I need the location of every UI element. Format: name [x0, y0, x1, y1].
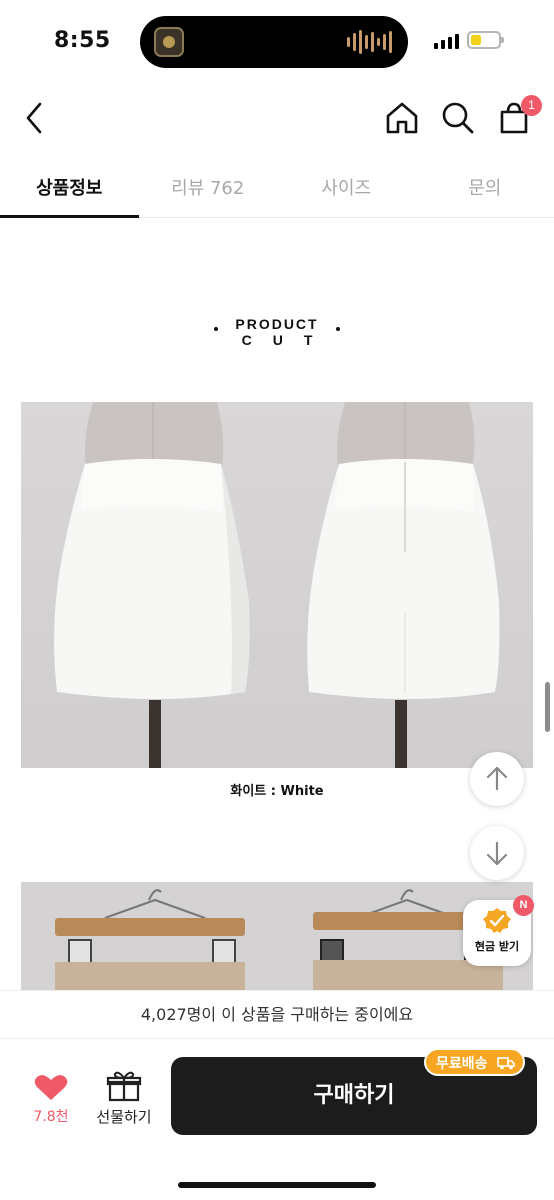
get-cash-label: 현금 받기: [474, 940, 520, 953]
gift-label: 선물하기: [96, 1108, 152, 1126]
status-bar: 8:55: [0, 0, 554, 82]
scroll-down-button[interactable]: [470, 826, 524, 880]
dynamic-island[interactable]: [140, 16, 408, 68]
cart-count-badge: 1: [521, 95, 542, 116]
scroll-up-button[interactable]: [470, 752, 524, 806]
product-tabs: 상품정보 리뷰 762 사이즈 문의: [0, 160, 554, 218]
tab-size[interactable]: 사이즈: [277, 160, 416, 217]
tab-product-info[interactable]: 상품정보: [0, 160, 139, 218]
like-count: 7.8천: [33, 1109, 69, 1125]
like-button[interactable]: [28, 1072, 74, 1106]
search-icon[interactable]: [438, 98, 478, 138]
back-arrow-icon[interactable]: [18, 98, 54, 138]
tab-reviews[interactable]: 리뷰 762: [139, 160, 278, 217]
home-indicator[interactable]: [178, 1182, 376, 1188]
heart-icon: [34, 1075, 68, 1100]
scrollbar-thumb[interactable]: [545, 682, 550, 732]
section-title-line1: PRODUCT: [235, 316, 319, 332]
gift-icon: [106, 1071, 142, 1102]
new-badge: N: [513, 895, 534, 916]
cellular-signal-icon: [434, 33, 459, 49]
hanger-illustration: [55, 889, 503, 992]
status-time: 8:55: [54, 28, 111, 53]
gift-button[interactable]: [90, 1070, 158, 1106]
now-playing-artwork-icon: [154, 27, 184, 57]
truck-icon: [497, 1057, 515, 1070]
arrow-down-icon: [486, 841, 508, 866]
home-icon[interactable]: [382, 98, 422, 138]
product-image-2[interactable]: [21, 882, 533, 992]
buying-now-banner: 4,027명이 이 상품을 구매하는 중이에요: [0, 990, 554, 1038]
free-shipping-badge: 무료배송: [424, 1048, 525, 1076]
tab-inquiry[interactable]: 문의: [416, 160, 554, 217]
section-title-line2: CUT: [241, 332, 334, 348]
audio-waveform-icon: [347, 30, 392, 54]
product-image[interactable]: [21, 402, 533, 768]
battery-icon: [467, 31, 504, 49]
section-title: PRODUCT CUT: [0, 316, 554, 348]
skirt-mannequin-illustration: [54, 402, 500, 768]
free-shipping-label: 무료배송: [436, 1056, 488, 1072]
arrow-up-icon: [486, 766, 508, 791]
